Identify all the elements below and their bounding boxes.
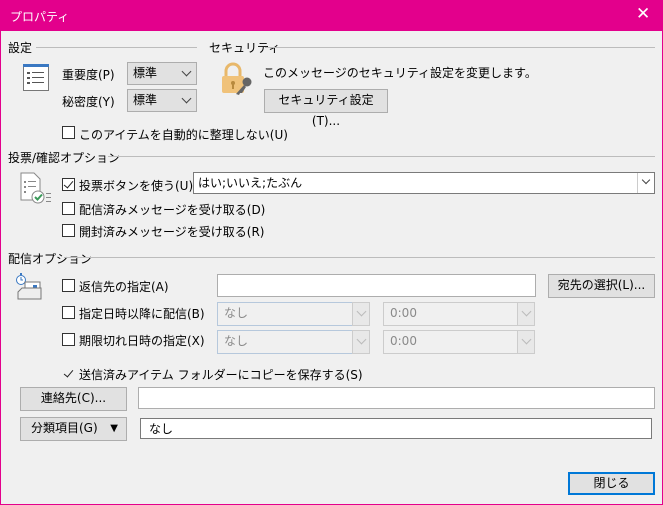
defer-delivery-label: 指定日時以降に配信(B) bbox=[79, 307, 205, 321]
close-icon[interactable]: ✕ bbox=[636, 4, 650, 24]
select-names-button[interactable]: 宛先の選択(L)... bbox=[548, 274, 655, 298]
categories-input[interactable]: なし bbox=[140, 418, 652, 439]
caret-down-icon: ▼ bbox=[110, 423, 118, 434]
voting-options-value: はい;いいえ;たぶん bbox=[198, 176, 303, 190]
sensitivity-label: 秘密度(Y) bbox=[62, 95, 115, 109]
chevron-down-icon bbox=[352, 330, 370, 354]
expire-label: 期限切れ日時の指定(X) bbox=[79, 334, 205, 348]
use-voting-checkbox[interactable] bbox=[62, 178, 75, 191]
expire-time-select[interactable]: 0:00 bbox=[383, 330, 535, 354]
title-bar: プロパティ ✕ bbox=[0, 0, 663, 31]
save-copy-label: 送信済みアイテム フォルダーにコピーを保存する(S) bbox=[79, 368, 363, 382]
expire-checkbox[interactable] bbox=[62, 333, 75, 346]
divider bbox=[265, 47, 655, 48]
use-voting-label: 投票ボタンを使う(U) bbox=[79, 179, 194, 193]
lock-key-icon bbox=[222, 62, 252, 95]
expire-date-select[interactable]: なし bbox=[217, 330, 370, 354]
reply-to-label: 返信先の指定(A) bbox=[79, 280, 169, 294]
list-icon bbox=[23, 64, 49, 91]
read-receipt-checkbox[interactable] bbox=[62, 224, 75, 237]
delivery-header: 配信オプション bbox=[8, 252, 93, 266]
delivery-receipt-label: 配信済みメッセージを受け取る(D) bbox=[79, 203, 266, 217]
voting-icon bbox=[20, 172, 51, 204]
reply-to-checkbox[interactable] bbox=[62, 279, 75, 292]
sensitivity-select[interactable]: 標準 bbox=[127, 89, 197, 112]
defer-time-select[interactable]: 0:00 bbox=[383, 302, 535, 326]
chevron-down-icon bbox=[181, 93, 192, 104]
contacts-button[interactable]: 連絡先(C)... bbox=[20, 387, 127, 411]
dropdown-button[interactable] bbox=[637, 173, 654, 193]
close-button[interactable]: 閉じる bbox=[568, 472, 655, 495]
categories-button[interactable]: 分類項目(G) ▼ bbox=[20, 417, 127, 441]
chevron-down-icon bbox=[517, 330, 535, 354]
importance-label: 重要度(P) bbox=[62, 68, 115, 82]
chevron-down-icon bbox=[181, 66, 192, 77]
reply-to-input[interactable] bbox=[217, 274, 536, 297]
no-autoarchive-checkbox[interactable] bbox=[62, 126, 75, 139]
chevron-down-icon bbox=[641, 175, 651, 185]
defer-delivery-checkbox[interactable] bbox=[62, 306, 75, 319]
categories-button-label: 分類項目(G) bbox=[31, 421, 98, 435]
delivery-receipt-checkbox[interactable] bbox=[62, 202, 75, 215]
importance-value: 標準 bbox=[133, 66, 158, 80]
defer-date-value: なし bbox=[224, 306, 249, 320]
security-settings-button[interactable]: セキュリティ設定(T)... bbox=[264, 89, 388, 128]
no-autoarchive-label: このアイテムを自動的に整理しない(U) bbox=[79, 128, 288, 142]
delivery-icon bbox=[16, 273, 42, 300]
contacts-input[interactable] bbox=[138, 387, 655, 409]
importance-select[interactable]: 標準 bbox=[127, 62, 197, 85]
chevron-down-icon bbox=[352, 302, 370, 326]
expire-time-value: 0:00 bbox=[390, 334, 417, 348]
save-copy-checkbox[interactable] bbox=[62, 367, 75, 380]
sensitivity-value: 標準 bbox=[133, 93, 158, 107]
read-receipt-label: 開封済みメッセージを受け取る(R) bbox=[79, 225, 265, 239]
expire-date-value: なし bbox=[224, 334, 249, 348]
security-description: このメッセージのセキュリティ設定を変更します。 bbox=[263, 66, 537, 80]
divider bbox=[108, 156, 655, 157]
settings-header: 設定 bbox=[8, 41, 33, 55]
divider bbox=[36, 47, 197, 48]
defer-time-value: 0:00 bbox=[390, 306, 417, 320]
defer-date-select[interactable]: なし bbox=[217, 302, 370, 326]
divider bbox=[64, 257, 655, 258]
chevron-down-icon bbox=[517, 302, 535, 326]
voting-options-combo[interactable]: はい;いいえ;たぶん bbox=[193, 172, 655, 194]
window-title: プロパティ bbox=[10, 10, 70, 24]
voting-header: 投票/確認オプション bbox=[8, 151, 121, 165]
